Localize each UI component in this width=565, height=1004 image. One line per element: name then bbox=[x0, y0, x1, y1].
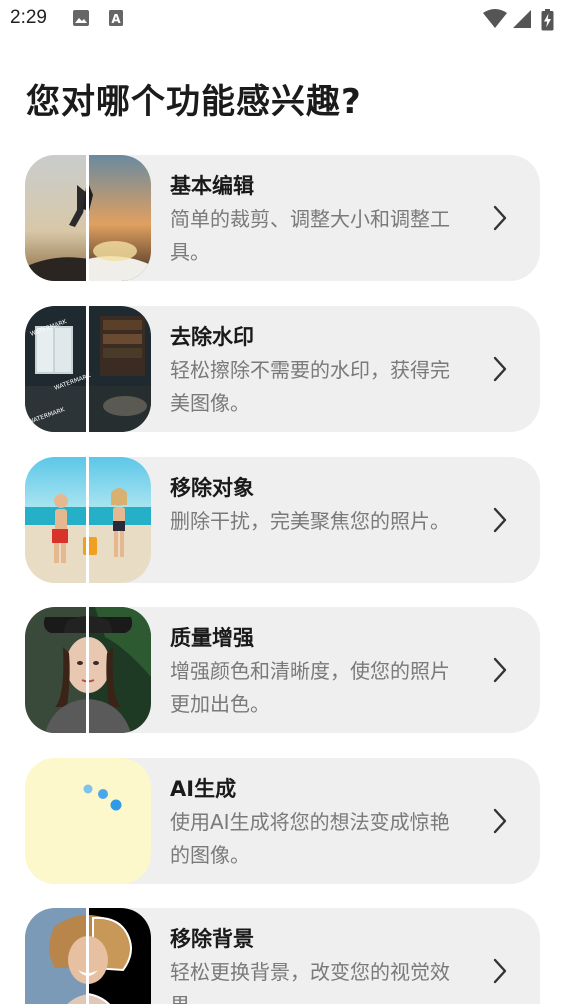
feature-title: 移除对象 bbox=[170, 476, 254, 500]
feature-description: 轻松更换背景，改变您的视觉效果。 bbox=[170, 960, 450, 1004]
status-bar: 2:29 A bbox=[0, 0, 565, 38]
chevron-right-icon bbox=[493, 205, 507, 231]
chevron-right-icon bbox=[493, 657, 507, 683]
basic-edit-thumbnail bbox=[25, 155, 151, 281]
chevron-right-icon bbox=[493, 958, 507, 984]
feature-title: 移除背景 bbox=[170, 927, 254, 951]
feature-card-remove-background[interactable]: 移除背景 轻松更换背景，改变您的视觉效果。 bbox=[25, 908, 540, 1004]
feature-description: 使用AI生成将您的想法变成惊艳的图像。 bbox=[170, 810, 450, 867]
image-icon bbox=[72, 9, 90, 31]
feature-description: 轻松擦除不需要的水印，获得完美图像。 bbox=[170, 358, 450, 415]
feature-card-quality-enhance[interactable]: 质量增强 增强颜色和清晰度，使您的照片更加出色。 bbox=[25, 607, 540, 733]
wifi-icon bbox=[483, 9, 507, 33]
remove-watermark-thumbnail: WATERMARK WATERMARK WATERMARK bbox=[25, 306, 151, 432]
feature-description: 删除干扰，完美聚焦您的照片。 bbox=[170, 509, 450, 533]
feature-title: 基本编辑 bbox=[170, 174, 254, 198]
quality-enhance-thumbnail bbox=[25, 607, 151, 733]
feature-title: 去除水印 bbox=[170, 325, 254, 349]
feature-card-basic-edit[interactable]: 基本编辑 简单的裁剪、调整大小和调整工具。 bbox=[25, 155, 540, 281]
svg-text:A: A bbox=[111, 12, 121, 26]
signal-icon bbox=[512, 9, 532, 33]
chevron-right-icon bbox=[493, 808, 507, 834]
chevron-right-icon bbox=[493, 356, 507, 382]
page-title: 您对哪个功能感兴趣? bbox=[26, 82, 362, 122]
feature-card-remove-object[interactable]: 移除对象 删除干扰，完美聚焦您的照片。 bbox=[25, 457, 540, 583]
feature-description: 增强颜色和清晰度，使您的照片更加出色。 bbox=[170, 659, 450, 716]
feature-title: AI生成 bbox=[170, 777, 237, 801]
feature-card-remove-watermark[interactable]: WATERMARK WATERMARK WATERMARK 去除水印 轻松擦除不… bbox=[25, 306, 540, 432]
remove-object-thumbnail bbox=[25, 457, 151, 583]
a-notification-icon: A bbox=[108, 9, 124, 31]
feature-card-ai-generate[interactable]: AI生成 使用AI生成将您的想法变成惊艳的图像。 bbox=[25, 758, 540, 884]
status-time: 2:29 bbox=[10, 7, 47, 28]
feature-description: 简单的裁剪、调整大小和调整工具。 bbox=[170, 207, 450, 264]
ai-generate-thumbnail bbox=[25, 758, 151, 884]
chevron-right-icon bbox=[493, 507, 507, 533]
feature-title: 质量增强 bbox=[170, 626, 254, 650]
remove-background-thumbnail bbox=[25, 908, 151, 1004]
battery-charging-icon bbox=[541, 9, 554, 35]
